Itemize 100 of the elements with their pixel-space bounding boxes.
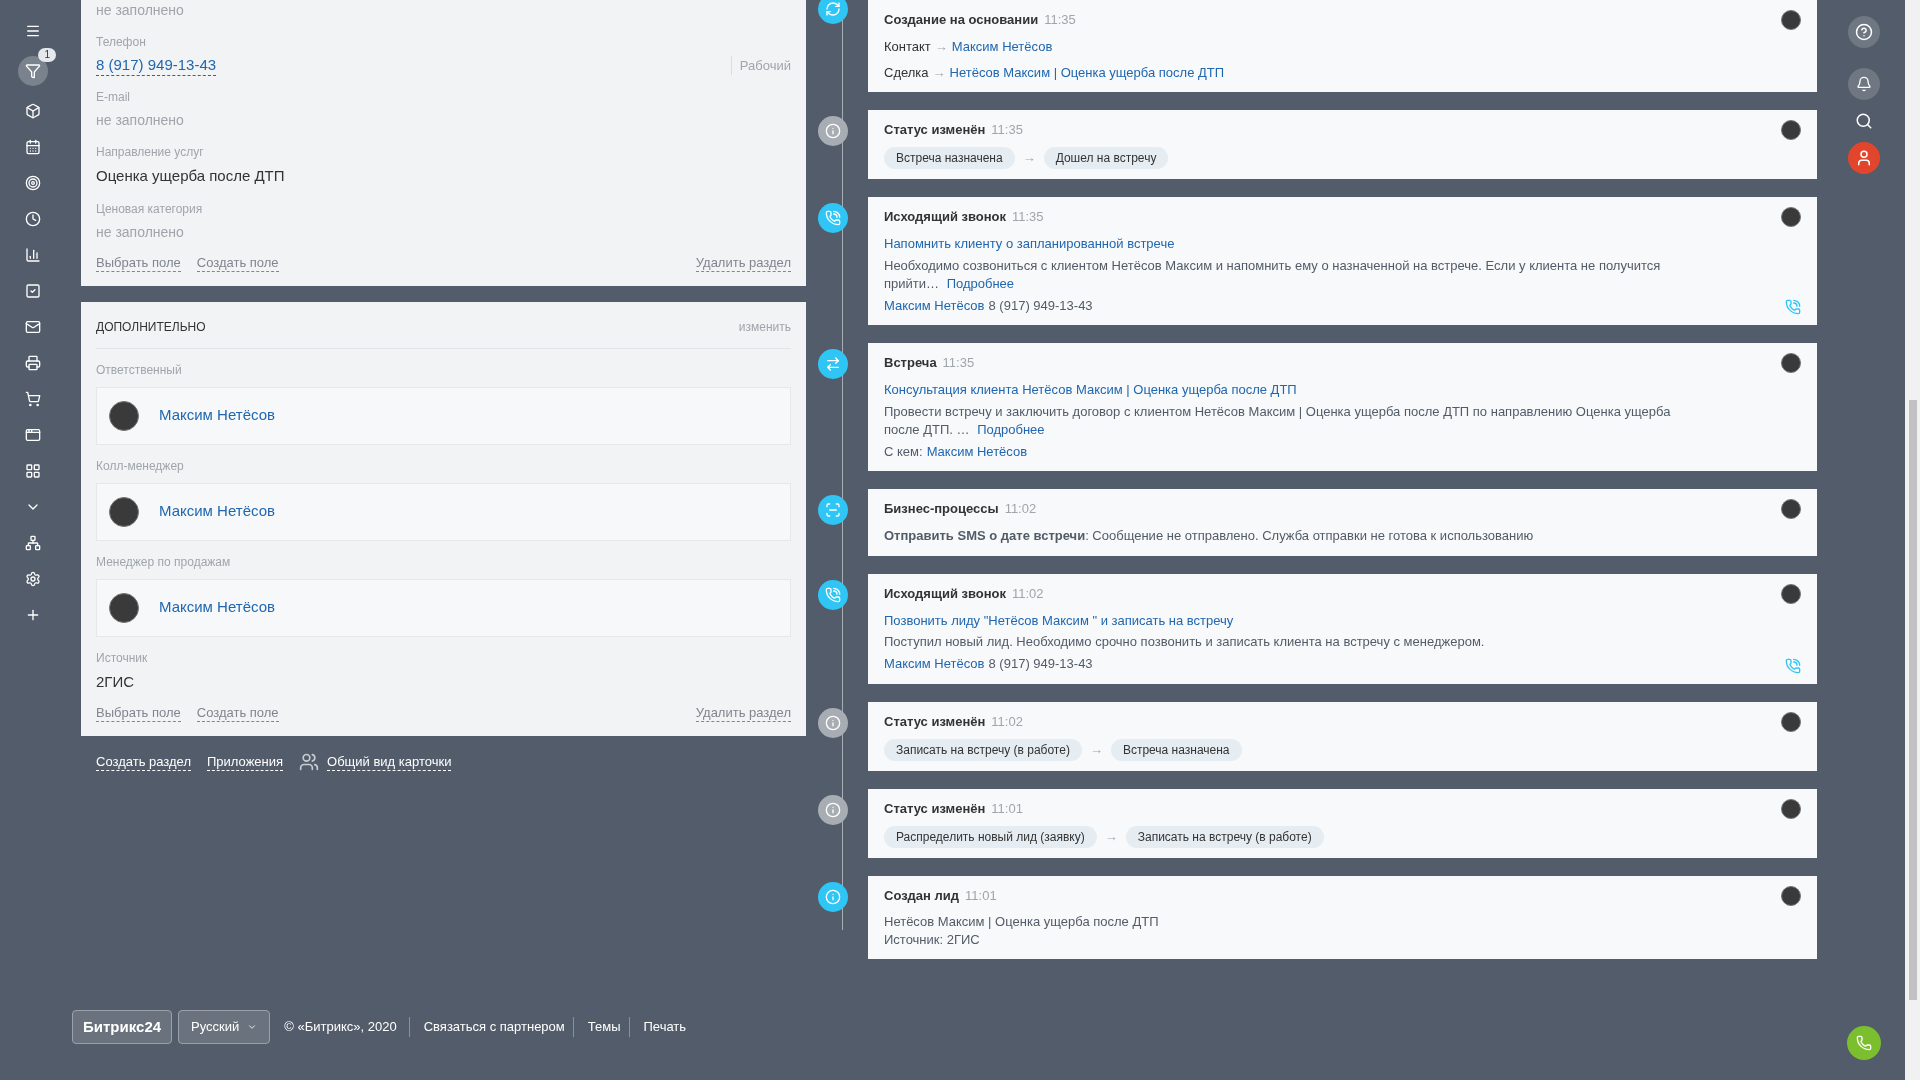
search-icon[interactable] xyxy=(1855,112,1873,130)
delete-section-link[interactable]: Удалить раздел xyxy=(695,254,791,272)
language-select[interactable]: Русский xyxy=(178,1010,271,1044)
avatar xyxy=(1781,711,1801,732)
subject-link[interactable]: Консультация клиента Нетёсов Максим | Оценка ущерба после ДТП xyxy=(884,380,1801,400)
subject-link[interactable]: Позвонить лиду "Нетёсов Максим " и записать на встречу xyxy=(884,610,1801,630)
contact-phone: 8 (917) 949-13-43 xyxy=(988,296,1093,315)
info-icon xyxy=(825,888,841,905)
delete-section-link[interactable]: Удалить раздел xyxy=(695,705,791,722)
more-link[interactable]: Подробнее xyxy=(977,421,1045,437)
contact-link[interactable]: Максим Нетёсов xyxy=(926,441,1028,461)
notifications-button[interactable] xyxy=(1848,68,1880,100)
arrow-icon: → xyxy=(932,62,946,82)
user-link[interactable]: Максим Нетёсов xyxy=(159,404,275,427)
card-link[interactable]: Создать раздел xyxy=(96,753,191,771)
scan-icon xyxy=(825,502,841,518)
grid-icon xyxy=(25,463,41,479)
event-title: Создание на основании xyxy=(884,11,1039,30)
footer-link[interactable]: Темы xyxy=(579,1017,630,1037)
field-label: Ценовая категория xyxy=(96,200,204,218)
users-icon xyxy=(299,752,320,772)
event-title: Исходящий звонок xyxy=(884,584,1006,603)
entity-link[interactable]: Максим Нетёсов xyxy=(951,37,1053,57)
event-title: Статус изменён xyxy=(884,121,986,140)
field-value: Оценка ущерба после ДТП xyxy=(96,166,286,186)
phone-icon xyxy=(825,586,841,603)
copyright: © «Битрикс», 2020 xyxy=(284,1017,410,1037)
event-time: 11:02 xyxy=(1012,584,1044,603)
status-chip: Встреча назначена xyxy=(884,147,1015,169)
event-time: 11:35 xyxy=(942,354,975,373)
field-label: Телефон xyxy=(96,34,147,51)
section-action-link[interactable]: Создать поле xyxy=(196,705,279,722)
event-line: Источник: 2ГИС xyxy=(884,930,981,949)
avatar xyxy=(1781,10,1801,30)
info-icon xyxy=(825,123,841,139)
arrow-icon: → xyxy=(1104,826,1118,847)
user-link[interactable]: Максим Нетёсов xyxy=(159,596,275,619)
event-title: Создан лид xyxy=(884,886,960,905)
phone-link[interactable]: 8 (917) 949-13-43 xyxy=(96,55,217,76)
contact-link[interactable]: Максим Нетёсов xyxy=(884,295,985,315)
window-icon xyxy=(25,427,41,443)
field-label: Направление услуг xyxy=(96,144,205,161)
section-action-link[interactable]: Создать поле xyxy=(196,254,279,272)
avatar xyxy=(1781,120,1801,140)
avatar xyxy=(1781,353,1801,373)
field-value: не заполнено xyxy=(96,1,185,20)
target-icon xyxy=(25,175,41,191)
event-title: Бизнес-процессы xyxy=(884,500,999,519)
field-value: не заполнено xyxy=(96,222,185,242)
cart-icon xyxy=(25,391,41,407)
entity-link[interactable]: Нетёсов Максим | Оценка ущерба после ДТП xyxy=(949,62,1225,82)
info-icon xyxy=(825,801,841,818)
field-label: Колл-менеджер xyxy=(96,457,185,475)
user-button[interactable] xyxy=(1848,142,1880,174)
caret-icon xyxy=(247,1022,258,1032)
avatar xyxy=(1781,583,1801,604)
event-time: 11:02 xyxy=(991,712,1023,731)
avatar xyxy=(1781,499,1801,519)
call-button[interactable] xyxy=(1847,1026,1881,1060)
card-link[interactable]: Приложения xyxy=(207,753,284,771)
clock-icon xyxy=(25,211,41,227)
avatar xyxy=(109,592,139,623)
event-title: Встреча xyxy=(884,354,937,373)
funnel-icon xyxy=(25,63,41,79)
contact-link[interactable]: Максим Нетёсов xyxy=(884,654,985,674)
field-value: 2ГИС xyxy=(96,671,136,692)
cube-icon xyxy=(25,103,41,119)
card-view-link[interactable]: Общий вид карточки xyxy=(327,753,452,771)
info-icon xyxy=(825,714,841,731)
event-time: 11:35 xyxy=(1012,208,1044,227)
logo-badge[interactable]: Битрикс24 xyxy=(72,1009,173,1045)
event-title: Исходящий звонок xyxy=(884,208,1006,227)
subject-link[interactable]: Напомнить клиенту о запланированной встрече xyxy=(884,234,1801,254)
calendar-icon xyxy=(25,139,41,155)
phone-type: Рабочий xyxy=(730,55,791,76)
event-time: 11:01 xyxy=(991,799,1023,818)
avatar xyxy=(109,496,139,527)
counter-badge: 1 xyxy=(38,48,56,62)
footer-link[interactable]: Связаться с партнером xyxy=(415,1017,574,1037)
field-value: не заполнено xyxy=(96,111,185,130)
event-time: 11:35 xyxy=(1044,11,1076,30)
printer-icon xyxy=(25,355,41,371)
envelope-icon xyxy=(25,319,41,335)
footer-link[interactable]: Печать xyxy=(635,1017,695,1037)
help-button[interactable] xyxy=(1848,16,1880,48)
event-time: 11:35 xyxy=(991,121,1023,140)
field-label: Менеджер по продажам xyxy=(96,553,232,571)
field-label: Ответственный xyxy=(96,361,183,379)
section-action-link[interactable]: Выбрать поле xyxy=(96,254,181,272)
arrow-icon: → xyxy=(934,37,948,57)
user-link[interactable]: Максим Нетёсов xyxy=(159,500,275,523)
scrollbar[interactable] xyxy=(1905,0,1920,1080)
more-link[interactable]: Подробнее xyxy=(946,275,1015,291)
status-chip: Дошел на встречу xyxy=(1043,147,1169,169)
event-description: Отправить SMS о дате встречи: Сообщение не отправлено. Служба отправки не готова к использованию xyxy=(884,527,1535,545)
sidebar-item[interactable] xyxy=(18,56,48,86)
event-description: Провести встречу и заключить договор с клиентом Нетёсов Максим | Оценка ущерба после ДТП по направлению Оценка ущерба после ДТП. … Подробнее xyxy=(884,402,1672,439)
section-action-link[interactable]: Выбрать поле xyxy=(96,705,181,722)
network-icon xyxy=(25,535,41,551)
avatar xyxy=(1781,798,1801,819)
